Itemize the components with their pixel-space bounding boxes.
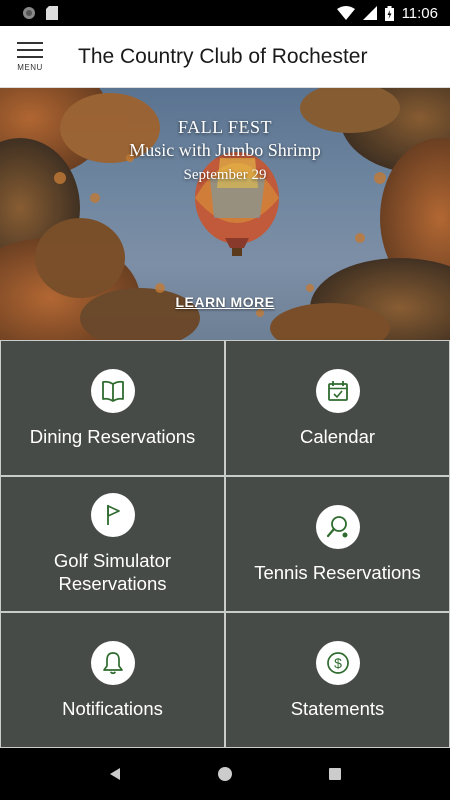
battery-icon	[384, 5, 394, 21]
menu-button[interactable]: MENU	[0, 26, 60, 88]
wifi-icon	[336, 6, 355, 20]
back-button[interactable]	[95, 754, 135, 794]
status-time: 11:06	[401, 4, 438, 22]
home-circle-icon	[218, 767, 232, 781]
calendar-icon	[327, 380, 348, 401]
tile-label: Calendar	[299, 425, 376, 447]
status-bar: 11:06	[0, 0, 450, 26]
tile-icon-circle	[90, 640, 135, 685]
sd-card-icon	[46, 6, 58, 20]
menu-grid: Dining Reservations Calendar Golf Simula…	[0, 340, 450, 748]
recents-button[interactable]	[315, 754, 355, 794]
hero-date: September 29	[183, 167, 267, 183]
tile-statements[interactable]: $ Statements	[226, 613, 449, 747]
status-left	[22, 6, 58, 20]
bell-icon	[102, 651, 123, 674]
tile-dining-reservations[interactable]: Dining Reservations	[1, 341, 224, 475]
home-button[interactable]	[205, 754, 245, 794]
golf-flag-icon	[106, 505, 120, 525]
dollar-icon: $	[326, 651, 349, 674]
tile-label: Notifications	[62, 697, 163, 719]
tile-icon-circle	[315, 368, 360, 413]
tile-tennis-reservations[interactable]: Tennis Reservations	[226, 477, 449, 611]
tile-label: Golf Simulator Reservations	[53, 550, 172, 594]
tile-icon-circle: $	[315, 640, 360, 685]
hamburger-icon	[17, 41, 43, 58]
back-triangle-icon	[110, 768, 120, 780]
recents-square-icon	[329, 768, 341, 780]
system-nav-bar	[0, 748, 450, 800]
notification-circle-icon	[23, 7, 35, 19]
hero-text: FALL FEST Music with Jumbo Shrimp Septem…	[0, 116, 450, 186]
tile-label: Statements	[290, 697, 385, 719]
book-icon	[101, 380, 124, 402]
tile-label: Dining Reservations	[29, 425, 196, 447]
signal-icon	[362, 6, 377, 20]
tennis-racket-icon	[326, 515, 347, 537]
hero-banner[interactable]: FALL FEST Music with Jumbo Shrimp Septem…	[0, 88, 450, 340]
tile-icon-circle	[90, 368, 135, 413]
svg-text:$: $	[334, 655, 342, 671]
hero-subtitle: Music with Jumbo Shrimp	[129, 140, 321, 160]
tile-calendar[interactable]: Calendar	[226, 341, 449, 475]
tile-icon-circle	[315, 504, 360, 549]
tile-icon-circle	[90, 493, 135, 537]
hero-title: FALL FEST	[177, 117, 272, 137]
page-title: The Country Club of Rochester	[78, 44, 368, 68]
tile-golf-simulator-reservations[interactable]: Golf Simulator Reservations	[1, 477, 224, 611]
tile-label: Tennis Reservations	[254, 561, 421, 583]
tile-notifications[interactable]: Notifications	[1, 613, 224, 747]
app-bar: MENU The Country Club of Rochester	[0, 26, 450, 88]
menu-label: MENU	[17, 62, 43, 72]
status-right: 11:06	[336, 4, 438, 22]
learn-more-link[interactable]: LEARN MORE	[0, 294, 450, 310]
